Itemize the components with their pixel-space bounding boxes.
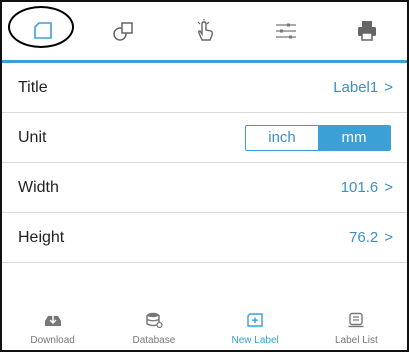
top-toolbar <box>2 2 407 65</box>
download-icon <box>44 312 62 333</box>
title-value: Label1 <box>333 79 379 96</box>
toolbar-touch-button[interactable] <box>164 2 245 65</box>
nav-download[interactable]: Download <box>2 308 103 350</box>
new-label-icon <box>246 312 264 333</box>
title-row[interactable]: Title Label1 > <box>2 63 407 113</box>
title-value-group: Label1 > <box>333 79 393 96</box>
label-list-icon <box>347 312 365 333</box>
unit-option-mm[interactable]: mm <box>318 125 390 150</box>
nav-label-list[interactable]: Label List <box>306 308 407 350</box>
height-value: 76.2 <box>349 229 379 246</box>
nav-new-label[interactable]: New Label <box>205 308 306 350</box>
chevron-right-icon: > <box>384 179 393 196</box>
toolbar-print-button[interactable] <box>326 2 407 65</box>
bottom-nav: Download Database New Label Label List <box>2 308 407 350</box>
nav-database-label: Database <box>132 335 176 346</box>
shapes-icon <box>111 18 137 49</box>
chevron-right-icon: > <box>384 79 393 96</box>
nav-download-label: Download <box>30 335 75 346</box>
nav-new-label-label: New Label <box>231 335 279 346</box>
label-settings-list: Title Label1 > Unit inch mm Width 101.6 … <box>2 63 407 314</box>
unit-segmented-control: inch mm <box>245 124 391 151</box>
width-value-group: 101.6 > <box>341 179 393 196</box>
nav-database[interactable]: Database <box>103 308 204 350</box>
height-value-group: 76.2 > <box>349 229 393 246</box>
title-label: Title <box>18 78 48 96</box>
nav-label-list-label: Label List <box>334 335 378 346</box>
toolbar-settings-button[interactable] <box>245 2 326 65</box>
width-label: Width <box>18 178 59 196</box>
height-row[interactable]: Height 76.2 > <box>2 213 407 263</box>
printer-icon <box>354 18 380 49</box>
width-row[interactable]: Width 101.6 > <box>2 163 407 213</box>
width-value: 101.6 <box>340 179 379 196</box>
toolbar-shapes-button[interactable] <box>83 2 164 65</box>
chevron-right-icon: > <box>384 229 393 246</box>
unit-label: Unit <box>18 128 47 146</box>
unit-option-inch[interactable]: inch <box>246 125 318 150</box>
height-label: Height <box>18 228 65 246</box>
database-icon <box>145 312 163 333</box>
selection-ring <box>8 6 74 48</box>
touch-hand-icon <box>192 18 218 49</box>
unit-row: Unit inch mm <box>2 113 407 163</box>
toolbar-label-button[interactable] <box>2 2 83 65</box>
empty-row <box>2 263 407 314</box>
sliders-icon <box>273 18 299 49</box>
